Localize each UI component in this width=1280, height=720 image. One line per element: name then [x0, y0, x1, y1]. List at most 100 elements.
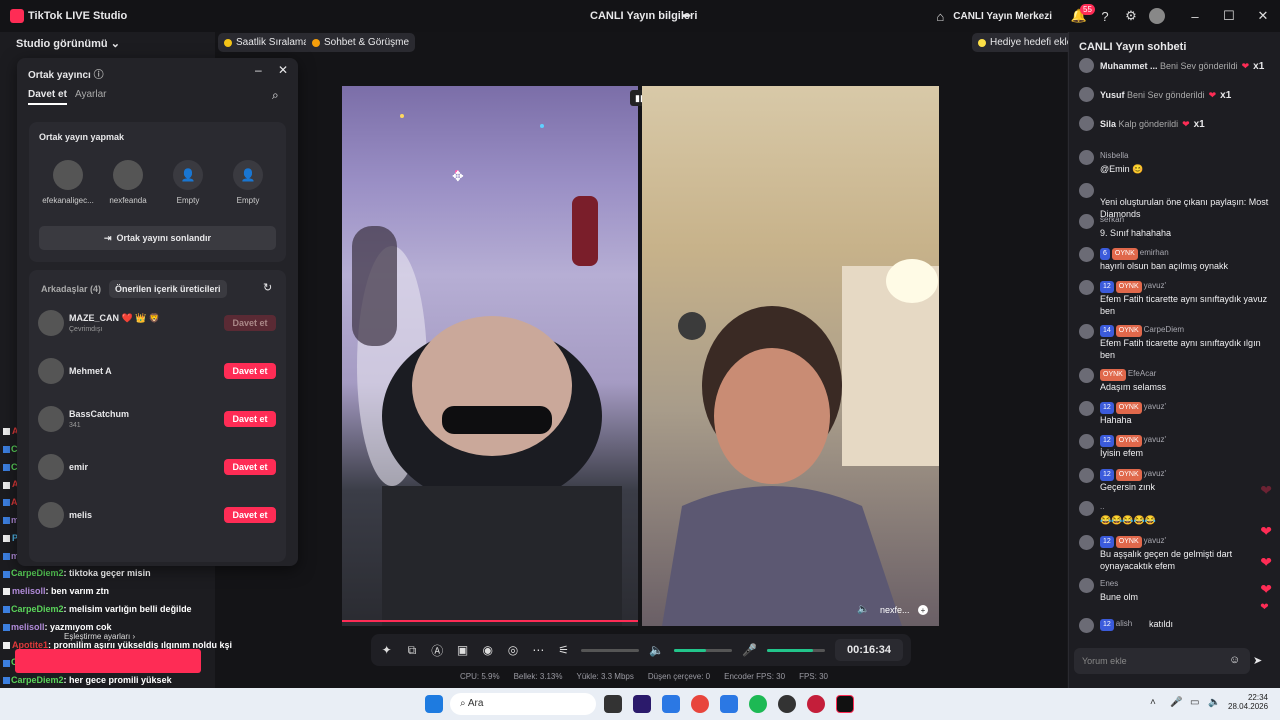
chat-username[interactable]: Nisbella	[1100, 151, 1128, 160]
more-icon[interactable]: ⋯	[531, 641, 546, 659]
studio-view-dropdown[interactable]: Studio görünümü ⌄	[16, 37, 120, 50]
obs-icon[interactable]	[778, 695, 796, 713]
minimize-icon[interactable]: –	[1178, 3, 1212, 29]
network-icon[interactable]: ▭	[1190, 697, 1199, 708]
badge-icon	[3, 517, 10, 525]
end-cohost-button[interactable]: ⇥ Ortak yayını sonlandır	[39, 226, 276, 250]
tab-settings[interactable]: Ayarlar	[75, 89, 107, 100]
mic-icon[interactable]: 🎤	[742, 641, 757, 659]
settings-app-icon[interactable]	[720, 695, 738, 713]
chat-text: Efem Fatih ticarette aynı sınıftaydık ya…	[1100, 294, 1268, 316]
help-icon[interactable]: ?	[1092, 3, 1118, 29]
add-icon[interactable]: +	[918, 605, 928, 615]
chat-call-chip[interactable]: Sohbet & Görüşme	[306, 33, 416, 52]
chat-username[interactable]: serkan	[1100, 215, 1124, 224]
gift-goal-chip[interactable]: Hediye hedefi ekle	[972, 33, 1079, 52]
live-center-link[interactable]: CANLI Yayın Merkezi	[953, 11, 1052, 22]
home-icon[interactable]: ⌂	[927, 3, 953, 29]
aftereffects-icon[interactable]	[633, 695, 651, 713]
chat-username[interactable]: yavuz'	[1144, 469, 1166, 478]
effects-icon[interactable]: ✦	[379, 641, 394, 659]
badge-icon	[3, 445, 10, 453]
maximize-icon[interactable]: ☐	[1212, 3, 1246, 29]
settings-sliders-icon[interactable]: ⚟	[556, 641, 571, 659]
hourly-rank-chip[interactable]: Saatlik Sıralama	[218, 33, 315, 52]
chat-input[interactable]: Yorum ekle	[1074, 648, 1250, 674]
gift-icon: ❤	[1241, 61, 1250, 71]
invite-button[interactable]: Davet et	[224, 315, 276, 331]
chat-username[interactable]: CarpeDiem	[1144, 325, 1184, 334]
cohost-slot[interactable]: efekanaligec...	[39, 160, 97, 205]
volume-slider[interactable]	[674, 648, 732, 652]
chat-text: Bu aşşalık geçen de gelmişti dart oynaya…	[1100, 549, 1233, 571]
match-settings-link[interactable]: Eşleştirme ayarları ›	[64, 632, 135, 641]
refresh-icon[interactable]: ↻	[263, 281, 272, 294]
volume-icon[interactable]: 🔈	[1208, 697, 1220, 708]
close-popup-icon[interactable]: ✕	[278, 63, 288, 77]
camera-icon[interactable]: ◎	[505, 641, 520, 659]
chat-username[interactable]: yavuz'	[1144, 402, 1166, 411]
media-icon[interactable]	[807, 695, 825, 713]
avatar[interactable]	[1144, 3, 1170, 29]
cohost-slot[interactable]: 👤 Empty	[159, 160, 217, 205]
badge-icon	[3, 623, 10, 631]
stat-item: Düşen çerçeve: 0	[647, 672, 711, 681]
chat-username[interactable]: yavuz'	[1144, 435, 1166, 444]
share-icon[interactable]: ➦	[682, 9, 691, 22]
tiktok-studio-icon[interactable]	[836, 695, 854, 713]
clock[interactable]: 22:34 28.04.2026	[1228, 693, 1268, 711]
tray-mic-icon[interactable]: 🎤	[1170, 697, 1182, 708]
friends-tab[interactable]: Arkadaşlar (4)	[41, 284, 101, 294]
chrome-icon[interactable]	[691, 695, 709, 713]
cohost-slot[interactable]: nexfeanda	[99, 160, 157, 205]
outlook-icon[interactable]	[662, 695, 680, 713]
ai-icon[interactable]: Ⓐ	[430, 641, 445, 659]
taskbar-search[interactable]: ⌕ Ara	[450, 693, 596, 715]
video-preview[interactable]: ✥ ▮▮ 🔈 nexfe... +	[342, 86, 939, 626]
cohost-popup: Ortak yayıncı ⓘ – ✕ Davet et Ayarlar ⌕ O…	[17, 58, 298, 566]
spotify-icon[interactable]	[749, 695, 767, 713]
gift-count: x1	[1193, 119, 1205, 130]
speaker-icon[interactable]: 🔈	[649, 641, 664, 659]
invite-button[interactable]: Davet et	[224, 411, 276, 427]
invite-button[interactable]: Davet et	[224, 459, 276, 475]
stat-item: Yükle: 3.3 Mbps	[576, 672, 634, 681]
mic-slider[interactable]	[767, 648, 825, 652]
chat-username[interactable]: EfeAcar	[1128, 369, 1156, 378]
gear-icon[interactable]: ⚙	[1118, 3, 1144, 29]
friend-name: melis	[69, 510, 93, 520]
chat-text: Adaşım selamss	[1100, 382, 1167, 392]
invite-button[interactable]: Davet et	[224, 507, 276, 523]
suggested-tab[interactable]: Önerilen içerik üreticileri	[109, 280, 227, 298]
send-icon[interactable]: ➤	[1253, 654, 1262, 667]
chat-username[interactable]: Enes	[1100, 579, 1118, 588]
chat-username[interactable]: yavuz'	[1144, 281, 1166, 290]
close-icon[interactable]: ✕	[1246, 3, 1280, 29]
heart-reactions: ❤ ❤ ❤ ❤ ❤	[1260, 482, 1272, 613]
windows-start-icon[interactable]	[425, 695, 443, 713]
chat-username[interactable]: alish	[1116, 619, 1132, 628]
screen-icon[interactable]: ▣	[455, 641, 470, 659]
bell-icon[interactable]: 🔔 55	[1066, 3, 1095, 29]
scene-slider[interactable]	[581, 648, 639, 652]
gift-text: Kalp gönderildi	[1118, 119, 1179, 129]
search-icon[interactable]: ⌕	[272, 88, 279, 103]
minimize-popup-icon[interactable]: –	[255, 63, 262, 77]
chat-username[interactable]: emirhan	[1140, 248, 1169, 257]
taskview-icon[interactable]	[604, 695, 622, 713]
chat-username[interactable]: yavuz'	[1144, 536, 1166, 545]
guest-video: 🔈 nexfe... +	[642, 86, 939, 626]
guest-speaker-icon[interactable]: 🔈	[857, 604, 869, 615]
move-icon[interactable]: ✥	[452, 168, 464, 185]
chat-username[interactable]: ..	[1100, 502, 1104, 511]
invite-button[interactable]: Davet et	[224, 363, 276, 379]
badge-icon	[3, 481, 10, 489]
level-badge: 12	[1100, 402, 1114, 414]
cohost-slot[interactable]: 👤 Empty	[219, 160, 277, 205]
emoji-icon[interactable]: ☺	[1229, 654, 1240, 666]
gift-row: Yusuf Beni Sev gönderildi ❤ x1	[1079, 87, 1275, 103]
layout-icon[interactable]: ⧉	[404, 641, 419, 659]
record-icon[interactable]: ◉	[480, 641, 495, 659]
tab-invite[interactable]: Davet et	[28, 89, 67, 105]
tray-chevron-icon[interactable]: ˄	[1150, 697, 1156, 708]
